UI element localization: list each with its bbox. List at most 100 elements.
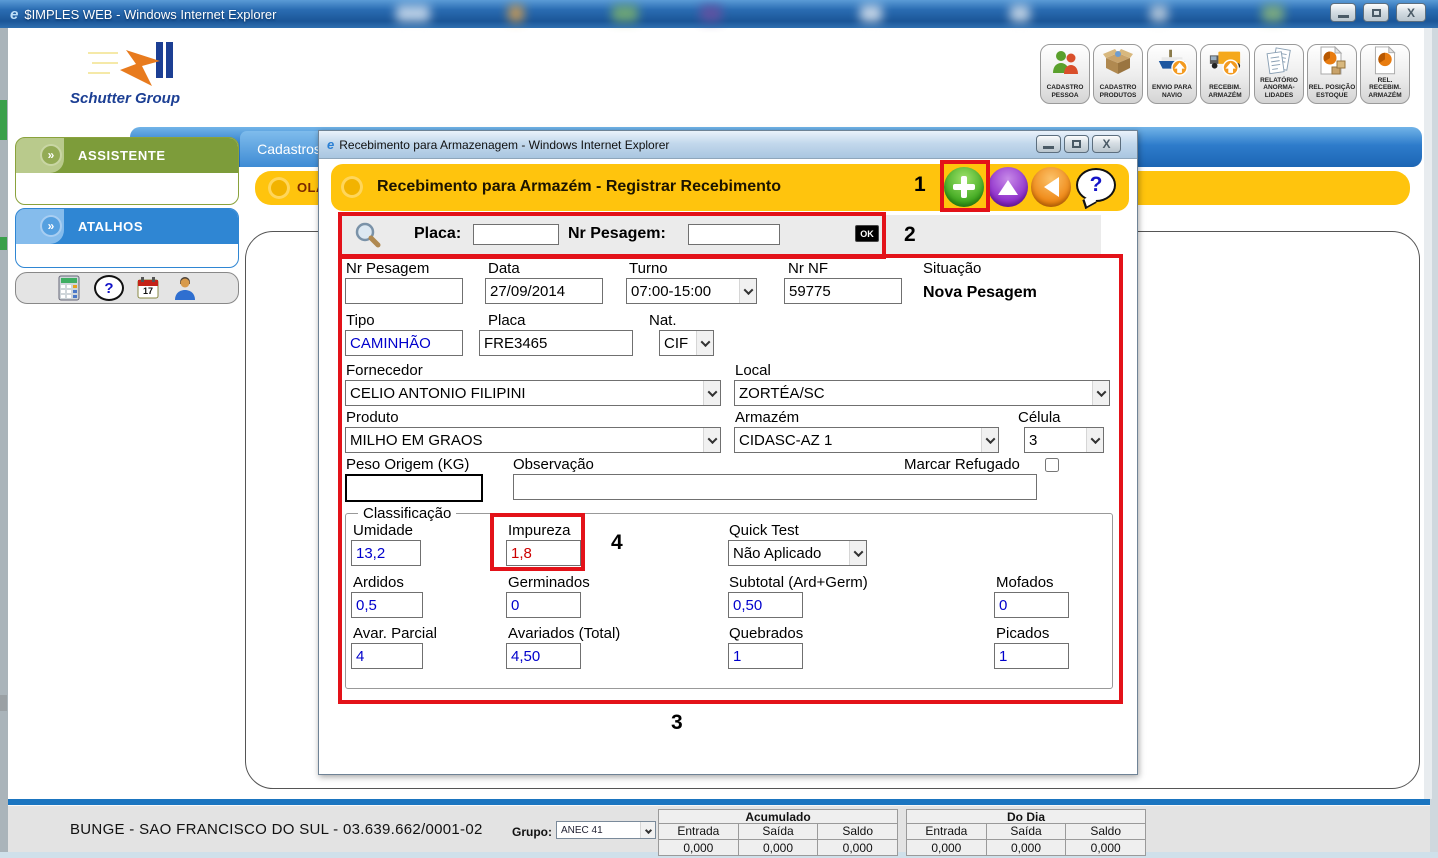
chevron-down-icon: [1090, 434, 1100, 444]
nat-select[interactable]: CIF: [659, 330, 714, 356]
impureza-label: Impureza: [508, 522, 571, 539]
quebrados-label: Quebrados: [729, 625, 803, 642]
annotation-4: 4: [611, 531, 623, 555]
chevron-down-icon: [707, 387, 717, 397]
maximize-button[interactable]: [1363, 3, 1389, 22]
modal-close-button[interactable]: X: [1092, 135, 1121, 153]
placa-search-input[interactable]: [473, 224, 559, 245]
col-header: Saída: [739, 824, 819, 839]
picados-input[interactable]: [994, 643, 1069, 669]
search-icon: [353, 220, 383, 250]
cell-value: 0,000: [1066, 839, 1145, 855]
toolbar-cadastro-produtos[interactable]: CADASTRO PRODUTOS: [1093, 44, 1143, 104]
help-balloon-icon[interactable]: ?: [94, 275, 124, 301]
up-button[interactable]: [988, 167, 1028, 207]
subtotal-input[interactable]: [728, 592, 803, 618]
close-button[interactable]: X: [1396, 3, 1426, 22]
blurred-taskbar-item: [1010, 5, 1030, 22]
ok-button[interactable]: OK: [855, 225, 879, 242]
people-icon: [1049, 46, 1081, 78]
local-select[interactable]: ZORTÉA/SC: [734, 380, 1110, 406]
logo-text: Schutter Group: [70, 90, 180, 107]
help-button[interactable]: ?: [1076, 168, 1116, 202]
avar-parcial-input[interactable]: [351, 643, 423, 669]
ship-upload-icon: [1155, 46, 1189, 78]
annotation-1: 1: [914, 173, 926, 197]
chevron-down-icon: [644, 826, 651, 833]
blurred-taskbar-item: [508, 5, 524, 22]
pesagem-search-input[interactable]: [688, 224, 780, 245]
screen: e $IMPLES WEB - Windows Internet Explore…: [0, 0, 1438, 858]
col-header: Entrada: [659, 824, 739, 839]
blurred-taskbar-item: [860, 5, 882, 22]
calculator-icon[interactable]: [56, 275, 82, 301]
placa-input[interactable]: [479, 330, 633, 356]
armazem-select[interactable]: CIDASC-AZ 1: [734, 427, 999, 453]
toolbar-rel-recebim-armazem[interactable]: REL. RECEBIM. ARMAZÉM: [1360, 44, 1410, 104]
ardidos-input[interactable]: [351, 592, 423, 618]
subtotal-label: Subtotal (Ard+Germ): [729, 574, 868, 591]
observacao-input[interactable]: [513, 474, 1037, 500]
chevron-down-icon: [853, 547, 863, 557]
window-title: $IMPLES WEB - Windows Internet Explorer: [24, 7, 276, 22]
arrow-left-icon: [1044, 177, 1059, 197]
modal-maximize-button[interactable]: [1064, 135, 1089, 153]
umidade-input[interactable]: [351, 540, 421, 566]
toolbar-recebim-armazem[interactable]: RECEBIM. ARMAZÉM: [1200, 44, 1250, 104]
marcar-refugado-label: Marcar Refugado: [904, 456, 1020, 473]
company-label: BUNGE - SAO FRANCISCO DO SUL - 03.639.66…: [70, 821, 483, 838]
acumulado-table: Acumulado Entrada Saída Saldo 0,000 0,00…: [658, 809, 898, 856]
truck-upload-icon: [1208, 46, 1242, 78]
col-header: Saldo: [1066, 824, 1145, 839]
marcar-refugado-checkbox[interactable]: [1045, 458, 1059, 472]
tipo-input[interactable]: [345, 330, 463, 356]
grupo-select[interactable]: ANEC 41: [556, 821, 656, 839]
produto-label: Produto: [346, 409, 399, 426]
celula-select[interactable]: 3: [1024, 427, 1104, 453]
data-input[interactable]: [485, 278, 603, 304]
nr-nf-input[interactable]: [784, 278, 902, 304]
annotation-2: 2: [904, 223, 916, 247]
mofados-input[interactable]: [994, 592, 1069, 618]
page-scrollbar[interactable]: [1424, 28, 1432, 799]
minimize-icon: [1043, 146, 1054, 149]
grupo-label: Grupo:: [512, 825, 552, 839]
fornecedor-select[interactable]: CELIO ANTONIO FILIPINI: [345, 380, 721, 406]
chevron-down-icon: [985, 434, 995, 444]
toolbar-relatorio-anormalidades[interactable]: RELATÓRIO ANORMA- LIDADES: [1254, 44, 1304, 104]
desktop-peek: [0, 237, 7, 250]
nr-pesagem-input[interactable]: [345, 278, 463, 304]
modal-minimize-button[interactable]: [1036, 135, 1061, 153]
maximize-icon: [1072, 140, 1081, 148]
toolbar-envio-para-navio[interactable]: ENVIO PARA NAVIO: [1147, 44, 1197, 104]
produto-select[interactable]: MILHO EM GRAOS: [345, 427, 721, 453]
toolbar-cadastro-pessoa[interactable]: CADASTRO PESSOA: [1040, 44, 1090, 104]
blurred-taskbar-item: [612, 5, 638, 22]
maximize-icon: [1372, 9, 1381, 17]
peso-origem-input[interactable]: [345, 474, 483, 502]
back-button[interactable]: [1031, 167, 1071, 207]
classificacao-legend: Classificação: [358, 505, 456, 522]
sidebar-atalhos-panel[interactable]: » ATALHOS: [15, 208, 239, 268]
add-button[interactable]: [944, 167, 984, 207]
col-header: Saída: [987, 824, 1067, 839]
window-left-border: [0, 28, 8, 852]
germinados-input[interactable]: [506, 592, 581, 618]
placa-search-label: Placa:: [414, 225, 461, 243]
impureza-input[interactable]: [506, 540, 581, 566]
tipo-label: Tipo: [346, 312, 375, 329]
person-icon[interactable]: [172, 275, 198, 301]
avariados-total-input[interactable]: [506, 643, 581, 669]
col-header: Saldo: [818, 824, 897, 839]
quick-test-select[interactable]: Não Aplicado: [728, 540, 867, 566]
situacao-label: Situação: [923, 260, 981, 277]
ie-icon: e: [327, 137, 334, 152]
calendar-icon[interactable]: 17: [136, 276, 160, 300]
armazem-label: Armazém: [735, 409, 799, 426]
quebrados-input[interactable]: [728, 643, 803, 669]
cell-value: 0,000: [907, 839, 987, 855]
turno-select[interactable]: 07:00-15:00: [626, 278, 757, 304]
toolbar-rel-posicao-estoque[interactable]: REL. POSIÇÃO ESTOQUE: [1307, 44, 1357, 104]
minimize-button[interactable]: [1330, 3, 1356, 22]
sidebar-assistente-panel[interactable]: » ASSISTENTE: [15, 137, 239, 205]
